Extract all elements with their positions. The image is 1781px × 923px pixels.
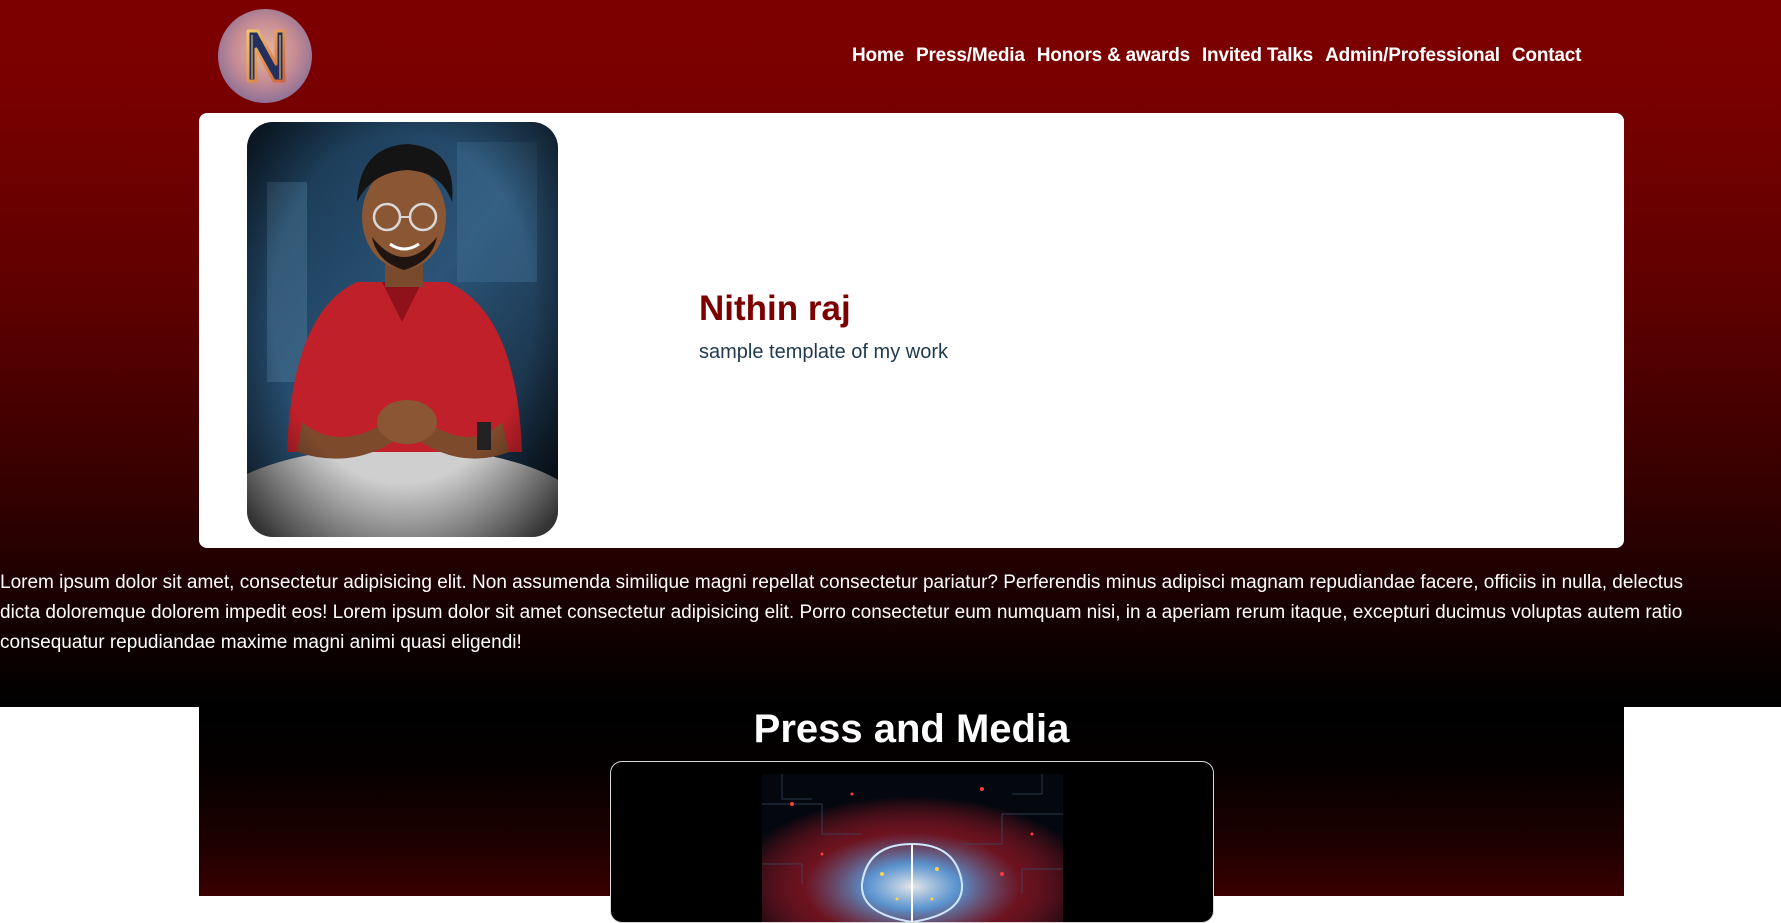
about-line: consequatur repudiandae maxime magni ani… bbox=[0, 632, 522, 653]
main-nav: Home Press/Media Honors & awards Invited… bbox=[852, 44, 1581, 68]
site-logo[interactable] bbox=[218, 9, 312, 103]
nav-honors-awards[interactable]: Honors & awards bbox=[1037, 44, 1190, 68]
about-line: dicta doloremque dolorem impedit eos! Lo… bbox=[0, 602, 1683, 623]
nav-home[interactable]: Home bbox=[852, 44, 904, 68]
about-line: Lorem ipsum dolor sit amet, consectetur … bbox=[0, 572, 1684, 593]
profile-subtitle: sample template of my work bbox=[699, 341, 948, 363]
profile-name: Nithin raj bbox=[699, 289, 851, 328]
press-card[interactable] bbox=[610, 761, 1214, 923]
nav-contact[interactable]: Contact bbox=[1512, 44, 1582, 68]
profile-photo bbox=[247, 122, 558, 537]
about-paragraph: Lorem ipsum dolor sit amet, consectetur … bbox=[0, 568, 1781, 660]
nav-press-media[interactable]: Press/Media bbox=[916, 44, 1025, 68]
press-article-image bbox=[762, 774, 1063, 922]
nav-invited-talks[interactable]: Invited Talks bbox=[1202, 44, 1313, 68]
nav-admin-professional[interactable]: Admin/Professional bbox=[1325, 44, 1500, 68]
hero-card: Nithin raj sample template of my work bbox=[199, 113, 1624, 548]
letter-n-logo-icon bbox=[246, 29, 286, 83]
press-section-title: Press and Media bbox=[753, 707, 1070, 751]
